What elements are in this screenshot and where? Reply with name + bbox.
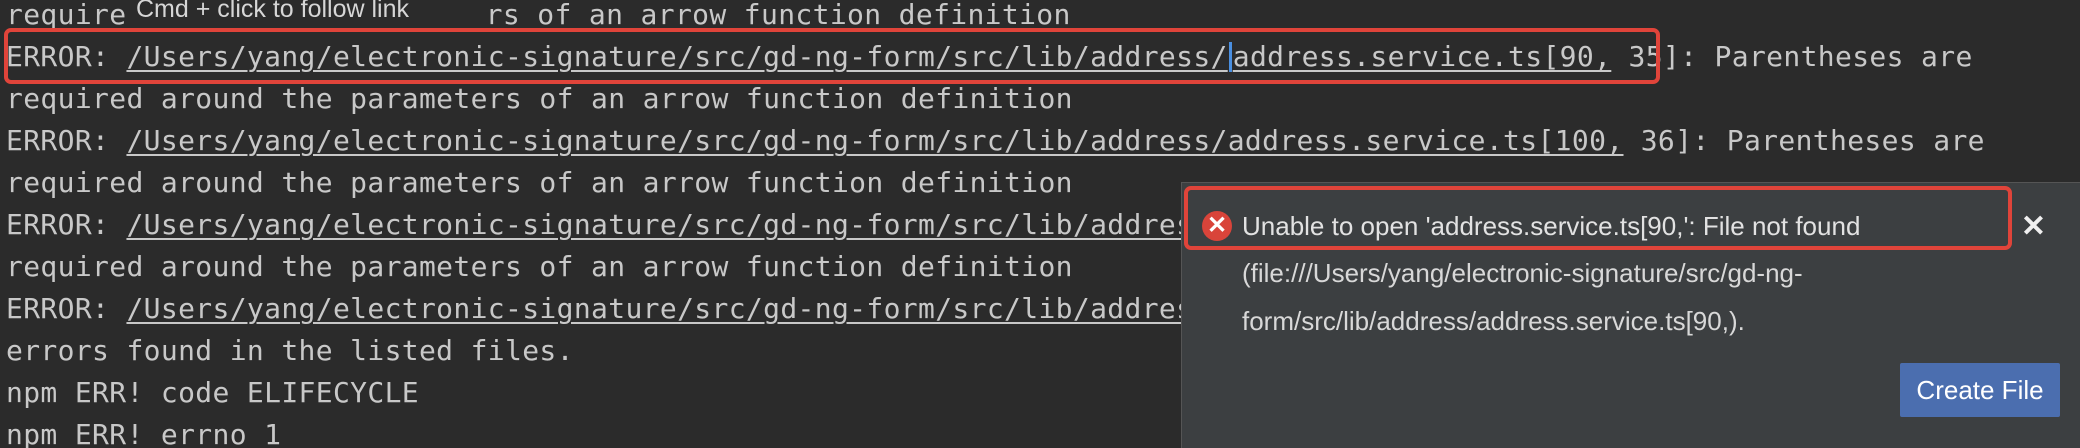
terminal-line-8: errors found in the listed files. [6,334,574,367]
error-file-link-4[interactable]: /Users/yang/electronic-signature/src/gd-… [126,292,1210,325]
terminal-line-6: required around the parameters of an arr… [6,250,1073,283]
error-file-link-3[interactable]: /Users/yang/electronic-signature/src/gd-… [126,208,1210,241]
close-icon[interactable]: ✕ [2021,209,2046,245]
notification-body: (file:///Users/yang/electronic-signature… [1242,249,1942,345]
follow-link-tooltip: Cmd + click to follow link [128,0,417,24]
highlight-box-link [4,28,1660,84]
terminal-line-5: ERROR: /Users/yang/electronic-signature/… [6,208,1211,241]
error-file-link-2[interactable]: /Users/yang/electronic-signature/src/gd-… [126,124,1623,157]
terminal-line-9: npm ERR! code ELIFECYCLE [6,376,419,409]
create-file-button[interactable]: Create File [1900,363,2060,417]
highlight-box-notification [1184,186,2012,250]
terminal-line-10: npm ERR! errno 1 [6,418,282,448]
terminal-line-4: required around the parameters of an arr… [6,166,1073,199]
terminal-line-2: required around the parameters of an arr… [6,82,1073,115]
notification-body-line-1: (file:///Users/yang/electronic-signature… [1242,258,1803,288]
terminal-output[interactable]: require rs of an arrow function definiti… [0,0,2080,448]
notification-body-line-2: form/src/lib/address/address.service.ts[… [1242,306,1745,336]
terminal-line-7: ERROR: /Users/yang/electronic-signature/… [6,292,1211,325]
terminal-line-3: ERROR: /Users/yang/electronic-signature/… [6,124,1985,157]
